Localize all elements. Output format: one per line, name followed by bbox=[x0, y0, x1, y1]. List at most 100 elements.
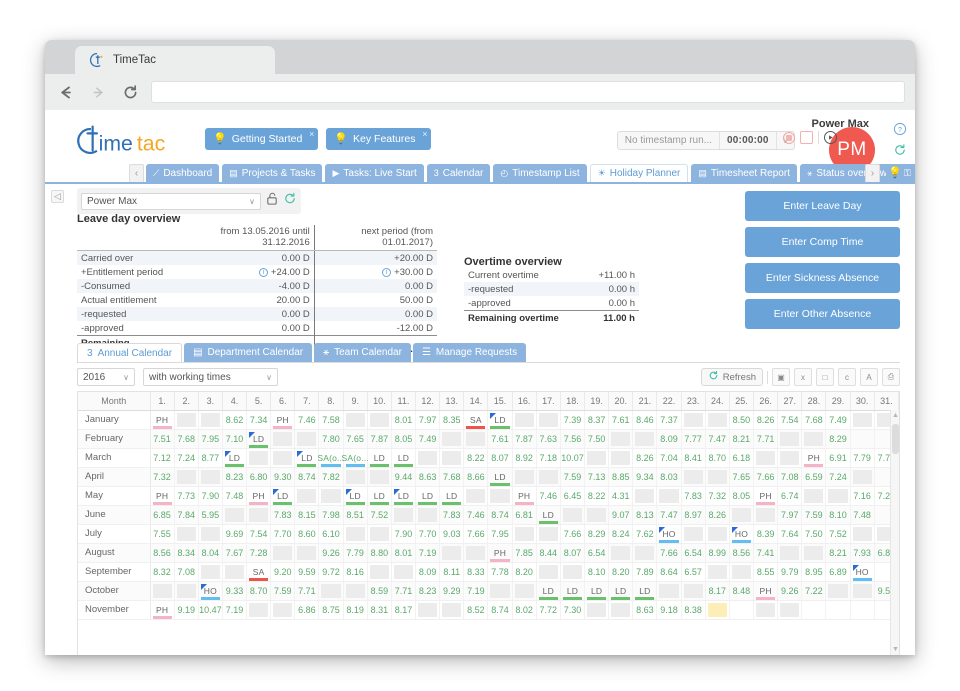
calendar-cell[interactable]: 8.05 bbox=[391, 429, 415, 448]
calendar-cell[interactable]: 7.83 bbox=[681, 486, 705, 505]
calendar-cell[interactable]: LD bbox=[367, 448, 391, 467]
refresh-button[interactable]: Refresh bbox=[701, 368, 763, 386]
calendar-cell[interactable]: 8.01 bbox=[391, 410, 415, 429]
calendar-cell[interactable]: 8.39 bbox=[754, 524, 778, 543]
calendar-cell[interactable]: 7.51 bbox=[150, 429, 174, 448]
calendar-cell[interactable]: 7.89 bbox=[633, 562, 657, 581]
calendar-cell[interactable] bbox=[609, 429, 633, 448]
calendar-cell[interactable] bbox=[633, 429, 657, 448]
calendar-cell[interactable]: 8.56 bbox=[729, 543, 753, 562]
calendar-cell[interactable]: 8.41 bbox=[681, 448, 705, 467]
sub-tab-team-calendar[interactable]: ⚹Team Calendar bbox=[314, 343, 411, 362]
calendar-cell[interactable]: 7.71 bbox=[391, 581, 415, 600]
calendar-cell[interactable] bbox=[536, 524, 560, 543]
calendar-cell[interactable]: 6.80 bbox=[247, 467, 271, 486]
calendar-cell[interactable]: 7.22 bbox=[802, 581, 826, 600]
timestamp-widget[interactable]: No timestamp run... 00:00:00 ∨ bbox=[617, 131, 795, 150]
calendar-cell[interactable] bbox=[464, 543, 488, 562]
calendar-cell[interactable] bbox=[440, 429, 464, 448]
calendar-cell[interactable] bbox=[295, 486, 319, 505]
calendar-cell[interactable]: 7.73 bbox=[174, 486, 198, 505]
calendar-cell[interactable]: 8.50 bbox=[729, 410, 753, 429]
calendar-cell[interactable] bbox=[850, 467, 874, 486]
calendar-cell[interactable] bbox=[174, 581, 198, 600]
calendar-cell[interactable] bbox=[681, 410, 705, 429]
calendar-cell[interactable]: LD bbox=[295, 448, 319, 467]
nav-tab-tasks-live-start[interactable]: ▶Tasks: Live Start bbox=[325, 164, 423, 182]
calendar-cell[interactable] bbox=[319, 581, 343, 600]
calendar-cell[interactable]: 10.47 bbox=[198, 600, 222, 619]
calendar-cell[interactable]: 8.04 bbox=[198, 543, 222, 562]
calendar-cell[interactable] bbox=[778, 600, 802, 619]
calendar-cell[interactable]: 8.21 bbox=[729, 429, 753, 448]
calendar-cell[interactable]: 8.07 bbox=[560, 543, 584, 562]
unlock-icon[interactable] bbox=[265, 191, 279, 211]
calendar-cell[interactable]: HO bbox=[729, 524, 753, 543]
calendar-cell[interactable] bbox=[440, 448, 464, 467]
calendar-cell[interactable] bbox=[681, 524, 705, 543]
calendar-cell[interactable] bbox=[609, 600, 633, 619]
calendar-cell[interactable]: 8.22 bbox=[464, 448, 488, 467]
calendar-cell[interactable]: 7.55 bbox=[150, 524, 174, 543]
calendar-cell[interactable]: 8.09 bbox=[657, 429, 681, 448]
calendar-cell[interactable]: LD bbox=[609, 581, 633, 600]
calendar-cell[interactable]: 7.71 bbox=[295, 581, 319, 600]
calendar-cell[interactable]: 9.29 bbox=[440, 581, 464, 600]
calendar-cell[interactable]: 8.10 bbox=[585, 562, 609, 581]
calendar-cell[interactable]: 7.49 bbox=[416, 429, 440, 448]
calendar-cell[interactable] bbox=[247, 600, 271, 619]
calendar-cell[interactable] bbox=[560, 505, 584, 524]
calendar-cell[interactable]: 8.95 bbox=[802, 562, 826, 581]
calendar-cell[interactable] bbox=[198, 467, 222, 486]
calendar-cell[interactable] bbox=[343, 581, 367, 600]
calendar-cell[interactable] bbox=[295, 543, 319, 562]
calendar-cell[interactable]: 7.47 bbox=[657, 505, 681, 524]
calendar-cell[interactable] bbox=[778, 543, 802, 562]
calendar-cell[interactable]: 8.51 bbox=[343, 505, 367, 524]
calendar-cell[interactable]: 7.24 bbox=[826, 467, 850, 486]
calendar-cell[interactable] bbox=[705, 600, 729, 619]
close-icon[interactable]: × bbox=[309, 129, 314, 139]
sync-icon[interactable] bbox=[893, 143, 907, 157]
calendar-cell[interactable]: 7.83 bbox=[271, 505, 295, 524]
calendar-cell[interactable] bbox=[705, 524, 729, 543]
calendar-cell[interactable]: 7.87 bbox=[512, 429, 536, 448]
play-icon[interactable] bbox=[824, 131, 837, 144]
calendar-cell[interactable]: 8.20 bbox=[512, 562, 536, 581]
calendar-cell[interactable]: 5.95 bbox=[198, 505, 222, 524]
calendar-cell[interactable]: LD bbox=[560, 581, 584, 600]
calendar-cell[interactable]: 7.65 bbox=[343, 429, 367, 448]
calendar-cell[interactable]: SA bbox=[247, 562, 271, 581]
chevron-down-icon[interactable]: ∨ bbox=[249, 197, 255, 206]
reload-icon[interactable] bbox=[119, 81, 141, 103]
calendar-cell[interactable]: 8.20 bbox=[609, 562, 633, 581]
calendar-cell[interactable]: 8.23 bbox=[222, 467, 246, 486]
calendar-cell[interactable] bbox=[295, 429, 319, 448]
calendar-cell[interactable] bbox=[174, 467, 198, 486]
calendar-cell[interactable] bbox=[512, 410, 536, 429]
calendar-cell[interactable]: LD bbox=[271, 486, 295, 505]
calendar-cell[interactable]: 9.30 bbox=[271, 467, 295, 486]
calendar-cell[interactable]: 7.13 bbox=[585, 467, 609, 486]
calendar-cell[interactable] bbox=[367, 562, 391, 581]
calendar-cell[interactable]: 6.85 bbox=[150, 505, 174, 524]
calendar-cell[interactable]: 7.58 bbox=[319, 410, 343, 429]
calendar-cell[interactable]: 8.74 bbox=[488, 505, 512, 524]
calendar-cell[interactable] bbox=[754, 600, 778, 619]
calendar-cell[interactable] bbox=[440, 600, 464, 619]
calendar-cell[interactable]: 8.63 bbox=[633, 600, 657, 619]
info-icon[interactable]: i bbox=[382, 268, 391, 277]
calendar-cell[interactable] bbox=[850, 410, 874, 429]
calendar-cell[interactable]: 9.59 bbox=[295, 562, 319, 581]
calendar-cell[interactable]: 8.09 bbox=[416, 562, 440, 581]
calendar-cell[interactable]: 8.74 bbox=[295, 467, 319, 486]
calendar-cell[interactable]: 7.46 bbox=[295, 410, 319, 429]
calendar-cell[interactable]: 7.10 bbox=[222, 429, 246, 448]
employee-select[interactable]: Power Max ∨ bbox=[81, 193, 261, 210]
calendar-cell[interactable] bbox=[271, 600, 295, 619]
calendar-cell[interactable]: 7.12 bbox=[150, 448, 174, 467]
nav-tab-timestamp-list[interactable]: ◴Timestamp List bbox=[493, 164, 586, 182]
calendar-cell[interactable]: 8.85 bbox=[609, 467, 633, 486]
calendar-cell[interactable]: 7.68 bbox=[802, 410, 826, 429]
scrollbar-thumb[interactable] bbox=[892, 424, 899, 454]
